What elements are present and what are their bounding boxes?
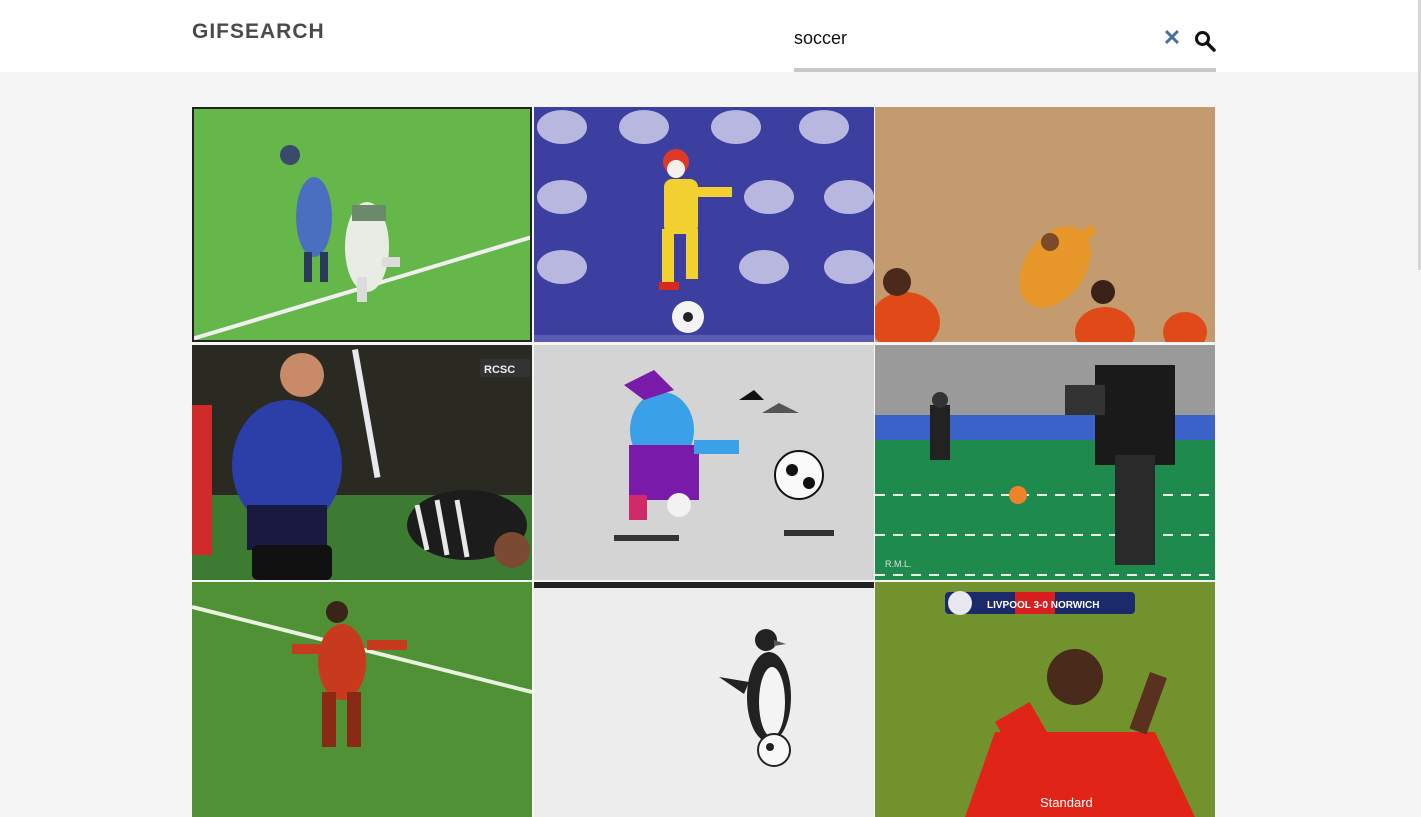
- app-logo[interactable]: GIFSEARCH: [192, 20, 325, 44]
- gif-image: [192, 107, 532, 342]
- gif-image: R.M.L.: [875, 345, 1215, 580]
- gif-image: LIVPOOL 3-0 NORWICH Standard: [875, 582, 1215, 817]
- gif-result-tile[interactable]: LIVPOOL 3-0 NORWICH Standard: [875, 582, 1215, 817]
- watermark-text: R.M.L.: [885, 559, 912, 569]
- sponsor-text: Standard: [1040, 795, 1093, 810]
- gif-image: [534, 107, 874, 342]
- search-underline: [794, 68, 1216, 72]
- scoreboard-text: RCSC: [484, 364, 515, 376]
- gif-result-tile[interactable]: RCSC: [192, 345, 532, 580]
- search-icon[interactable]: [1194, 30, 1216, 52]
- search-input[interactable]: [794, 20, 1154, 56]
- gif-result-tile[interactable]: [875, 107, 1215, 342]
- gif-result-tile[interactable]: [534, 345, 874, 580]
- gif-result-tile[interactable]: [192, 107, 532, 342]
- gif-image: RCSC: [192, 345, 532, 580]
- gif-result-tile[interactable]: R.M.L.: [875, 345, 1215, 580]
- gif-result-tile[interactable]: [534, 582, 874, 817]
- match-score-text: LIVPOOL 3-0 NORWICH: [987, 600, 1099, 611]
- gif-image: [192, 582, 532, 817]
- gif-image: [534, 345, 874, 580]
- top-header: GIFSEARCH ✕: [0, 0, 1418, 72]
- gif-result-tile[interactable]: [534, 107, 874, 342]
- search-bar: ✕: [794, 20, 1216, 72]
- results-grid: RCSC R.M.L. LIVPOOL 3-0 NORWICH Standard: [192, 107, 1216, 817]
- gif-image: [534, 582, 874, 817]
- close-icon[interactable]: ✕: [1162, 26, 1182, 50]
- gif-image: [875, 107, 1215, 342]
- gif-result-tile[interactable]: [192, 582, 532, 817]
